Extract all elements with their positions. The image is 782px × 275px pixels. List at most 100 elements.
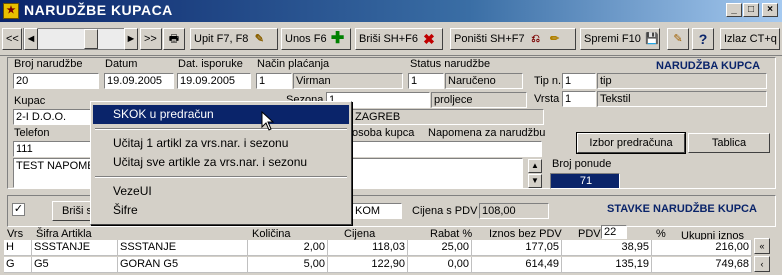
col-vrs: Vrs [7,228,24,240]
col-kolicina: Količina [252,228,291,240]
mouse-cursor-icon [261,111,275,131]
cancel-button[interactable]: Poništi SH+F7 ⎌ ✏ [450,28,576,50]
city-field: ZAGREB [352,109,544,125]
kind-label: Vrsta [534,93,560,105]
table-row-2-sifra[interactable]: G5 [32,257,118,273]
context-menu: SKOK u predračun Učitaj 1 artikl za vrs.… [90,101,352,225]
query-icon: ✎ [254,33,265,46]
table-row-1-sifra[interactable]: SSSTANJE [32,240,118,256]
help-button[interactable]: ? [692,28,714,50]
table-row-2-kolicina[interactable]: 5,00 [248,257,328,273]
table-row-1-cijena[interactable]: 118,03 [328,240,408,256]
offer-number-label: Broj ponude [552,158,612,170]
record-navigator-thumb[interactable] [84,29,98,49]
title-bar: ★ NARUDŽBE KUPACA _ □ × [0,0,782,22]
save-button[interactable]: Spremi F10 💾 [580,28,660,50]
print-icon[interactable]: 🖶 [163,28,185,50]
customer-field[interactable]: 2-I D.O.O. [13,109,91,125]
col-pdv: PDV [578,228,601,240]
order-status-code[interactable]: 1 [408,73,444,89]
menu-item-links[interactable]: VezeUI [93,182,349,201]
kind-code[interactable]: 1 [562,91,596,107]
table-row-1-rabat[interactable]: 25,00 [408,240,472,256]
table-row-2-ukupno[interactable]: 749,68 [652,257,752,273]
percent-sign: % [656,228,666,240]
delete-label: Briši SH+F6 [359,33,418,45]
type-name: tip [597,73,767,89]
close-button[interactable]: × [762,3,778,17]
exit-button[interactable]: Izlaz CT+q [720,28,780,50]
col-iznos: Iznos bez PDV [489,228,562,240]
note-scroll-up[interactable]: ▲ [528,159,542,173]
phone-label: Telefon [14,127,50,139]
table-row-1-kolicina[interactable]: 2,00 [248,240,328,256]
grid-scroll-up[interactable]: « [754,238,770,254]
save-label: Spremi F10 [584,33,641,45]
table-button[interactable]: Tablica [688,133,770,153]
season-name: proljece [431,92,527,108]
menu-separator [95,176,347,178]
customer-person-field[interactable] [352,141,542,157]
table-row-1-pdv[interactable]: 38,95 [562,240,652,256]
nav-next-button[interactable]: ► [124,28,138,50]
nav-prev-button[interactable]: ◄ [24,28,38,50]
undo-icon: ⎌ [531,33,541,46]
phone-field[interactable]: 111 [13,141,91,157]
menu-separator [95,128,347,130]
payment-method-label: Način plaćanja [257,58,330,70]
cancel-label: Poništi SH+F7 [454,33,525,45]
date-field[interactable]: 19.09.2005 [104,73,174,89]
table-row-2-pdv[interactable]: 135,19 [562,257,652,273]
items-checkbox[interactable]: ✓ [12,203,25,216]
table-row-2-vrs[interactable]: G [4,257,32,273]
table-row-1-ukupno[interactable]: 216,00 [652,240,752,256]
kind-name: Tekstil [597,91,767,107]
table-row-2-rabat[interactable]: 0,00 [408,257,472,273]
table-row-1-vrs[interactable]: H [4,240,32,256]
order-section-title: NARUDŽBA KUPCA [656,60,761,72]
record-navigator[interactable] [23,28,137,50]
customer-person-label: osoba kupca [352,127,415,139]
items-section-title: STAVKE NARUDŽBE KUPCA [607,203,757,215]
delivery-date-field[interactable]: 19.09.2005 [177,73,251,89]
col-sifra: Šifra Artikla [36,228,92,240]
edit-icon[interactable]: ✎ [667,28,689,50]
choose-proforma-button[interactable]: Izbor predračuna [576,132,686,154]
note-scroll-down[interactable]: ▼ [528,174,542,188]
menu-item-load-one-article[interactable]: Učitaj 1 artikl za vrs.nar. i sezonu [93,134,349,153]
payment-method-code[interactable]: 1 [256,73,292,89]
menu-item-codes[interactable]: Šifre [93,201,349,220]
plus-icon: ✚ [330,30,345,48]
new-label: Unos F6 [285,33,327,45]
offer-number-field[interactable]: 71 [550,173,620,189]
menu-item-jump-to-proforma[interactable]: SKOK u predračun [93,105,349,124]
grid-scroll-down[interactable]: ‹ [754,256,770,272]
order-number-field[interactable]: 20 [13,73,99,89]
unit-field[interactable]: KOM [352,203,402,219]
nav-first-button[interactable]: << [2,28,22,50]
pencil-icon: ✏ [550,33,560,46]
type-code[interactable]: 1 [562,73,596,89]
minimize-button[interactable]: _ [726,3,742,17]
delivery-date-label: Dat. isporuke [178,58,243,70]
type-label: Tip n. [534,75,562,87]
maximize-button[interactable]: □ [743,3,759,17]
menu-item-load-all-articles[interactable]: Učitaj sve artikle za vrs.nar. i sezonu [93,153,349,172]
nav-last-button[interactable]: >> [140,28,162,50]
table-row-1-naziv[interactable]: SSSTANJE [118,240,248,256]
window-title: NARUDŽBE KUPACA [24,2,173,18]
customer-label: Kupac [14,95,46,107]
payment-method-name: Virman [293,73,403,89]
vat-percent-field[interactable]: 22 [601,225,627,239]
date-label: Datum [105,58,138,70]
order-note-label: Napomena za narudžbu [428,127,546,139]
table-row-2-iznos[interactable]: 614,49 [472,257,562,273]
table-row-2-cijena[interactable]: 122,90 [328,257,408,273]
price-with-vat-field: 108,00 [479,203,549,219]
new-button[interactable]: Unos F6 ✚ [281,28,351,50]
query-button[interactable]: Upit F7, F8 ✎ [190,28,278,50]
delete-button[interactable]: Briši SH+F6 ✖ [355,28,443,50]
order-status-label: Status narudžbe [410,58,491,70]
table-row-1-iznos[interactable]: 177,05 [472,240,562,256]
table-row-2-naziv[interactable]: GORAN G5 [118,257,248,273]
